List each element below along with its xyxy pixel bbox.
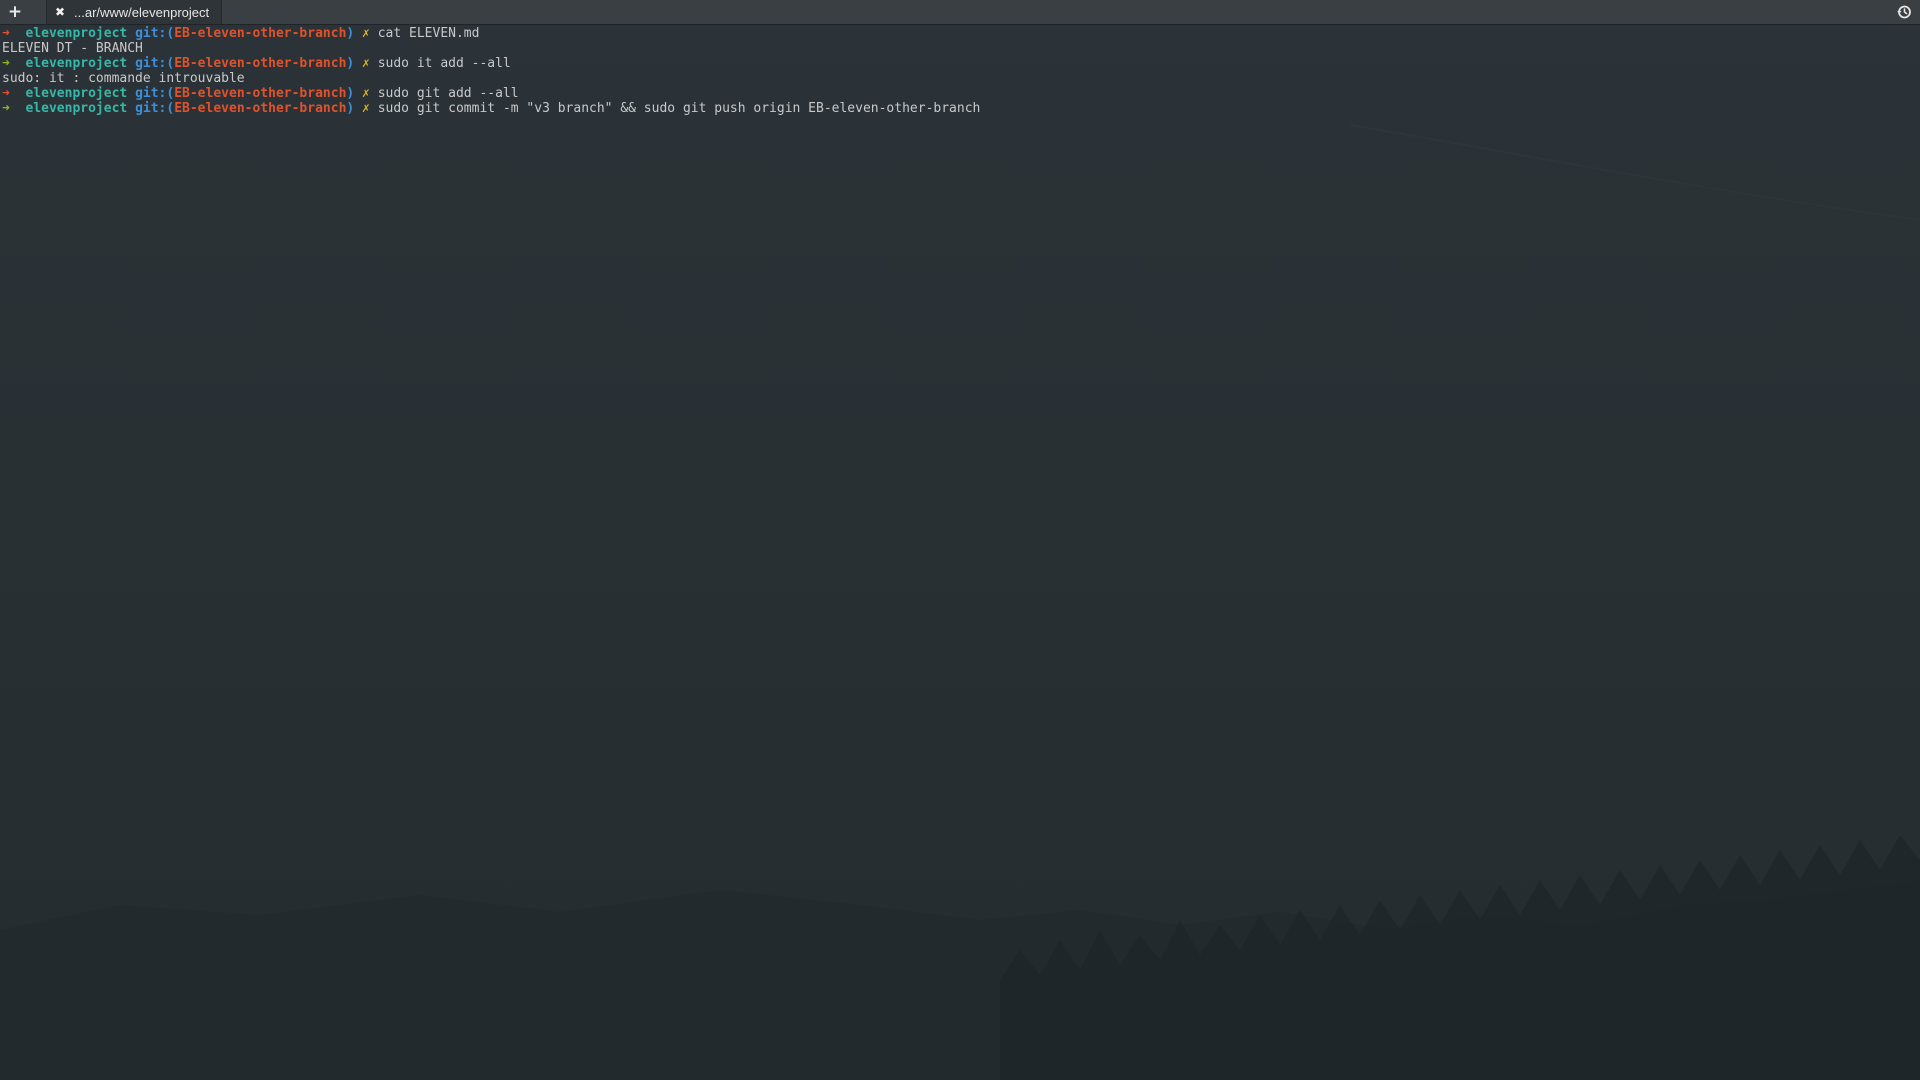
prompt-arrow-icon: ➜ (2, 101, 10, 116)
tab-elevenproject[interactable]: ✖ ...ar/www/elevenproject (46, 0, 222, 24)
output-text: sudo: it : commande introuvable (2, 71, 245, 86)
prompt-line: ➜ elevenproject git:(EB-eleven-other-bra… (2, 56, 1912, 71)
wallpaper-forest (0, 124, 1920, 1080)
prompt-git-label: git:( (135, 26, 175, 41)
prompt-git-label: git:( (135, 86, 175, 101)
prompt-directory: elevenproject (25, 86, 128, 101)
prompt-branch: EB-eleven-other-branch (174, 56, 347, 71)
output-line: ELEVEN DT - BRANCH (2, 41, 1912, 56)
command-text: sudo git commit -m "v3 branch" && sudo g… (377, 101, 981, 116)
prompt-directory: elevenproject (25, 101, 128, 116)
prompt-branch: EB-eleven-other-branch (174, 26, 347, 41)
command-text: sudo it add --all (377, 56, 511, 71)
prompt-arrow-icon: ➜ (2, 56, 10, 71)
command-text: sudo git add --all (377, 86, 519, 101)
tab-title: ...ar/www/elevenproject (74, 4, 210, 20)
prompt-branch: EB-eleven-other-branch (174, 101, 347, 116)
prompt-directory: elevenproject (25, 56, 128, 71)
command-text: cat ELEVEN.md (377, 26, 480, 41)
history-icon (1897, 5, 1911, 19)
prompt-paren: ) (346, 56, 355, 71)
history-button[interactable] (1892, 0, 1916, 24)
prompt-git-label: git:( (135, 101, 175, 116)
prompt-line: ➜ elevenproject git:(EB-eleven-other-bra… (2, 86, 1912, 101)
terminal-window: + ✖ ...ar/www/elevenproject ➜ elevenproj… (0, 0, 1920, 1080)
prompt-paren: ) (346, 26, 355, 41)
prompt-git-label: git:( (135, 56, 175, 71)
plus-icon: + (7, 2, 23, 22)
prompt-arrow-icon: ➜ (2, 86, 10, 101)
output-text: ELEVEN DT - BRANCH (2, 41, 143, 56)
prompt-paren: ) (346, 86, 355, 101)
prompt-arrow-icon: ➜ (2, 26, 10, 41)
prompt-directory: elevenproject (25, 26, 128, 41)
dirty-marker-icon: ✗ (362, 86, 370, 101)
dirty-marker-icon: ✗ (362, 56, 370, 71)
prompt-branch: EB-eleven-other-branch (174, 86, 347, 101)
prompt-line: ➜ elevenproject git:(EB-eleven-other-bra… (2, 26, 1912, 41)
prompt-paren: ) (346, 101, 355, 116)
dirty-marker-icon: ✗ (362, 101, 370, 116)
new-tab-button[interactable]: + (0, 0, 30, 24)
output-line: sudo: it : commande introuvable (2, 71, 1912, 86)
dirty-marker-icon: ✗ (362, 26, 370, 41)
close-icon[interactable]: ✖ (50, 0, 70, 24)
tab-bar: + ✖ ...ar/www/elevenproject (0, 0, 1920, 25)
prompt-line: ➜ elevenproject git:(EB-eleven-other-bra… (2, 101, 1912, 116)
terminal-output[interactable]: ➜ elevenproject git:(EB-eleven-other-bra… (2, 26, 1912, 116)
